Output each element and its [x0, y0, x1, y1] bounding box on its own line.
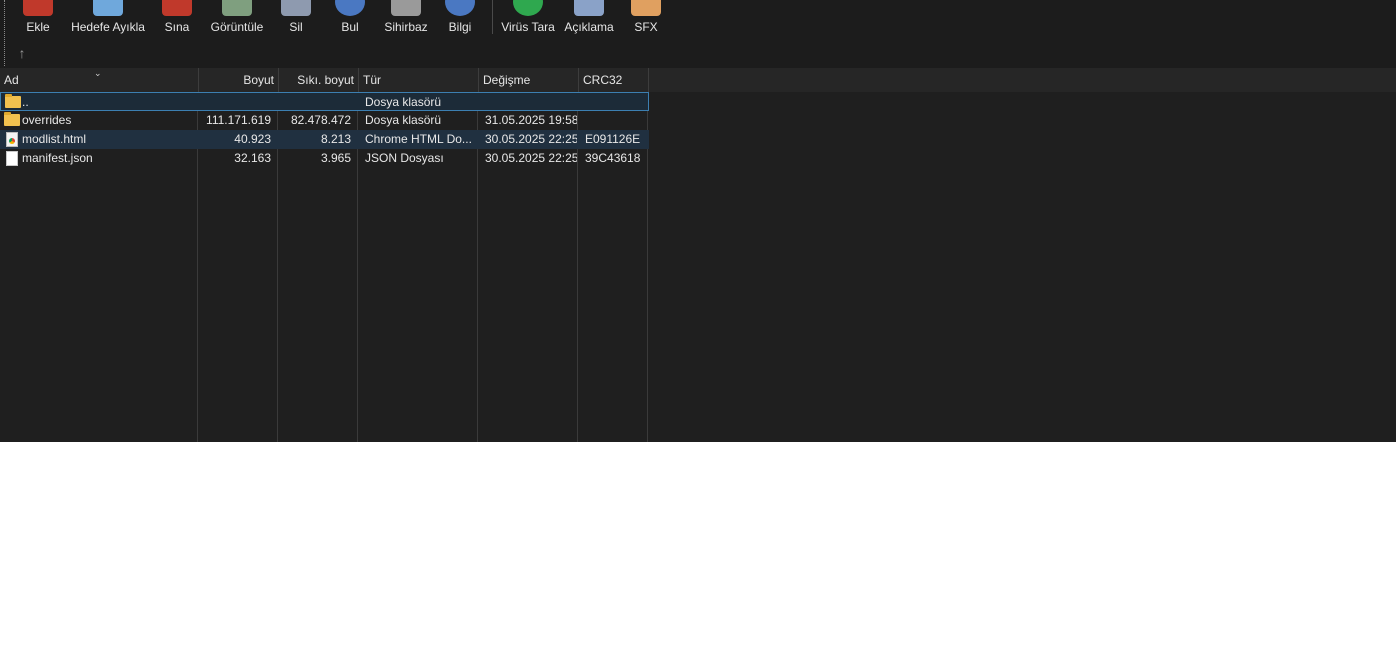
comment-label: Açıklama: [564, 20, 614, 34]
file-row-overrides[interactable]: overrides 111.171.619 82.478.472 Dosya k…: [0, 111, 649, 130]
toolbar-grip[interactable]: [4, 0, 5, 66]
test-icon: [162, 0, 192, 16]
file-modified: 30.05.2025 22:25: [485, 132, 577, 146]
folder-icon: [4, 112, 20, 126]
info-button[interactable]: Bilgi: [440, 0, 480, 36]
file-name: manifest.json: [22, 151, 93, 165]
column-crc-header[interactable]: CRC32: [579, 68, 649, 92]
test-label: Sına: [164, 20, 190, 34]
extract-to-button[interactable]: Hedefe Ayıkla: [68, 0, 148, 36]
info-icon: [445, 0, 475, 16]
file-packed-size: 3.965: [320, 151, 351, 165]
file-crc: 39C43618: [585, 151, 641, 165]
file-crc: [585, 111, 647, 130]
sfx-button[interactable]: SFX: [626, 0, 666, 36]
file-row-modlist[interactable]: modlist.html 40.923 8.213 Chrome HTML Do…: [0, 130, 649, 149]
find-button[interactable]: Bul: [330, 0, 370, 36]
delete-icon: [281, 0, 311, 16]
file-crc: E091126E: [585, 132, 641, 146]
file-name: overrides: [22, 113, 72, 127]
find-label: Bul: [341, 20, 359, 34]
virus-scan-icon: [513, 0, 543, 16]
view-icon: [222, 0, 252, 16]
column-packed-size-header[interactable]: Sıkı. boyut: [279, 68, 359, 92]
column-name-header[interactable]: Ad ⌄: [0, 68, 199, 92]
add-button[interactable]: Ekle: [18, 0, 58, 36]
toolbar-separator: [492, 0, 493, 34]
file-type: Dosya klasörü: [365, 95, 442, 109]
file-modified: 30.05.2025 22:25: [485, 151, 577, 165]
wizard-label: Sihirbaz: [384, 20, 428, 34]
comment-icon: [574, 0, 604, 16]
up-folder-button[interactable]: ↑: [12, 44, 32, 62]
wizard-button[interactable]: Sihirbaz: [380, 0, 432, 36]
column-size-header[interactable]: Boyut: [199, 68, 279, 92]
folder-icon: [5, 94, 21, 108]
file-modified: [485, 93, 577, 112]
toolbar: Ekle Hedefe Ayıkla Sına Görüntüle Sil Bu…: [0, 0, 1396, 68]
delete-label: Sil: [289, 20, 303, 34]
view-button[interactable]: Görüntüle: [206, 0, 268, 36]
json-file-icon: [6, 151, 18, 166]
sfx-icon: [631, 0, 661, 16]
extract-to-label: Hedefe Ayıkla: [71, 20, 145, 34]
sort-down-icon: ⌄: [94, 68, 102, 78]
file-packed-size: [279, 93, 351, 112]
sfx-label: SFX: [634, 20, 658, 34]
info-label: Bilgi: [448, 20, 472, 34]
column-type-header[interactable]: Tür: [359, 68, 479, 92]
extract-to-icon: [93, 0, 123, 16]
file-modified: 31.05.2025 19:58: [485, 113, 577, 127]
file-row-parent[interactable]: .. Dosya klasörü: [0, 92, 649, 111]
file-type: Dosya klasörü: [365, 113, 442, 127]
file-type: JSON Dosyası: [365, 151, 444, 165]
add-archive-icon: [23, 0, 53, 16]
file-name: modlist.html: [22, 132, 87, 146]
find-icon: [335, 0, 365, 16]
winrar-window: Ekle Hedefe Ayıkla Sına Görüntüle Sil Bu…: [0, 0, 1396, 442]
test-button[interactable]: Sına: [158, 0, 196, 36]
virus-scan-button[interactable]: Virüs Tara: [500, 0, 556, 36]
file-packed-size: 82.478.472: [290, 113, 351, 127]
file-row-manifest[interactable]: manifest.json 32.163 3.965 JSON Dosyası …: [0, 149, 649, 168]
column-modified-header[interactable]: Değişme: [479, 68, 579, 92]
delete-button[interactable]: Sil: [278, 0, 314, 36]
file-size: [199, 93, 271, 112]
file-size: 40.923: [234, 132, 271, 146]
file-packed-size: 8.213: [320, 132, 351, 146]
view-label: Görüntüle: [210, 20, 264, 34]
file-type: Chrome HTML Do...: [365, 132, 472, 146]
chrome-html-file-icon: [6, 132, 18, 147]
file-name: ..: [22, 95, 29, 109]
file-list-header: Ad ⌄ Boyut Sıkı. boyut Tür Değişme CRC32: [0, 68, 1396, 92]
add-label: Ekle: [26, 20, 50, 34]
arrow-up-icon: ↑: [18, 45, 26, 61]
wizard-icon: [391, 0, 421, 16]
file-size: 32.163: [234, 151, 271, 165]
comment-button[interactable]: Açıklama: [562, 0, 616, 36]
file-size: 111.171.619: [206, 113, 271, 127]
file-crc: [585, 93, 647, 112]
column-name-label: Ad: [4, 73, 19, 87]
virus-scan-label: Virüs Tara: [501, 20, 555, 34]
